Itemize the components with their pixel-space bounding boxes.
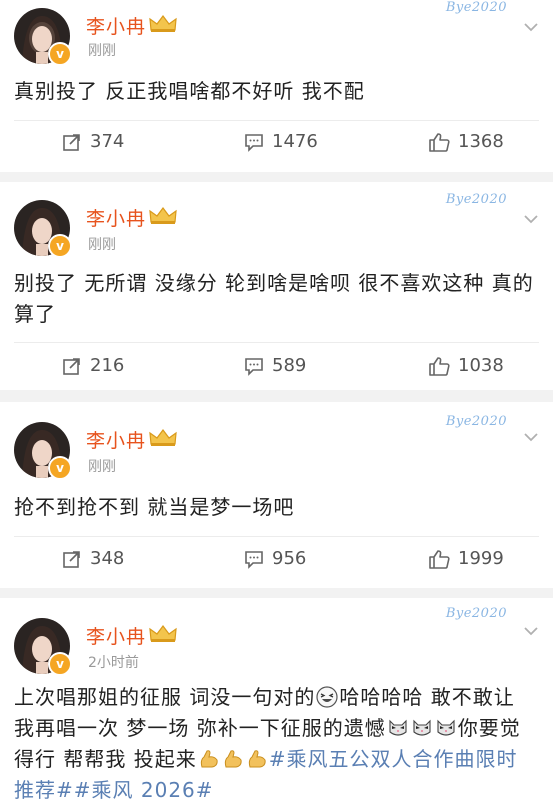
comment-icon	[245, 133, 263, 152]
avatar[interactable]: v	[14, 422, 72, 480]
post-text: 别投了 无所谓 没缘分 轮到啥是啥呗 很不喜欢这种 真的 算了	[14, 268, 538, 330]
post-card[interactable]: v 李小冉 刚刚 Bye2020 抢不到抢不到 就当是梦一场吧 348 956	[0, 402, 553, 588]
like-button[interactable]: 1368	[428, 131, 504, 152]
cat-emoji	[413, 719, 431, 736]
comment-count: 589	[272, 355, 307, 376]
post-text-line: 推荐##乘风 2026#	[14, 775, 538, 806]
verified-badge-icon: v	[48, 42, 72, 66]
verified-badge-icon: v	[48, 456, 72, 480]
comment-button[interactable]: 589	[244, 355, 306, 376]
chevron-down-icon[interactable]	[523, 626, 539, 636]
repost-button[interactable]: 216	[62, 355, 124, 376]
post-text: 抢不到抢不到 就当是梦一场吧	[14, 495, 295, 519]
repost-icon	[63, 550, 80, 568]
divider	[14, 536, 539, 537]
username[interactable]: 李小冉	[86, 622, 146, 649]
text-segment: 得行 帮帮我 投起来	[14, 747, 197, 771]
crown-icon	[149, 207, 177, 224]
post-time: 刚刚	[88, 43, 116, 59]
crown-icon	[149, 15, 177, 32]
username[interactable]: 李小冉	[86, 204, 146, 231]
verified-badge-icon: v	[48, 234, 72, 258]
repost-count: 216	[90, 355, 125, 376]
text-segment: 哈哈哈哈 敢不敢让	[339, 685, 515, 709]
post-text-line: 得行 帮帮我 投起来 #乘风五公双人合作曲限时	[14, 744, 538, 775]
post-card[interactable]: v 李小冉 刚刚 Bye2020 真别投了 反正我唱啥都不好听 我不配 374 …	[0, 0, 553, 172]
repost-count: 374	[90, 131, 125, 152]
muscle-emoji	[200, 750, 218, 768]
post-time: 2小时前	[88, 655, 139, 671]
like-icon	[429, 549, 450, 569]
crown-icon	[149, 429, 177, 446]
comment-icon	[245, 550, 263, 569]
post-text-line: 我再唱一次 梦一场 弥补一下征服的遗憾 你要觉	[14, 713, 538, 744]
comment-count: 1476	[272, 131, 318, 152]
cat-emoji	[389, 719, 407, 736]
muscle-emoji	[248, 750, 266, 768]
post-time: 刚刚	[88, 237, 116, 253]
comment-button[interactable]: 956	[244, 548, 306, 569]
divider	[14, 342, 539, 343]
post-card[interactable]: v 李小冉 2小时前 Bye2020 上次唱那姐的征服 词没一句对的 哈哈哈哈 敢…	[0, 598, 553, 810]
avatar[interactable]: v	[14, 618, 72, 676]
cat-emoji	[437, 719, 455, 736]
hashtag-link[interactable]: #乘风五公双人合作曲限时	[269, 747, 518, 771]
avatar[interactable]: v	[14, 200, 72, 258]
post-card[interactable]: v 李小冉 刚刚 Bye2020 别投了 无所谓 没缘分 轮到啥是啥呗 很不喜欢…	[0, 182, 553, 390]
verified-badge-icon: v	[48, 652, 72, 676]
avatar[interactable]: v	[14, 8, 72, 66]
chevron-down-icon[interactable]	[523, 214, 539, 224]
post-text: 上次唱那姐的征服 词没一句对的 哈哈哈哈 敢不敢让 我再唱一次 梦一场 弥补一下征…	[14, 682, 538, 806]
muscle-emoji	[224, 750, 242, 768]
like-icon	[429, 356, 450, 376]
watermark: Bye2020	[445, 414, 507, 429]
laughing-emoji	[316, 686, 338, 708]
divider	[14, 120, 539, 121]
repost-button[interactable]: 374	[62, 131, 124, 152]
post-text-line: 别投了 无所谓 没缘分 轮到啥是啥呗 很不喜欢这种 真的	[14, 271, 534, 295]
like-count: 1038	[458, 355, 504, 376]
hashtag-link[interactable]: 推荐##乘风 2026#	[14, 778, 214, 802]
like-count: 1999	[458, 548, 504, 569]
like-button[interactable]: 1038	[428, 355, 504, 376]
watermark: Bye2020	[445, 606, 507, 621]
username[interactable]: 李小冉	[86, 426, 146, 453]
text-segment: 我再唱一次 梦一场 弥补一下征服的遗憾	[14, 716, 386, 740]
watermark: Bye2020	[445, 0, 507, 15]
repost-button[interactable]: 348	[62, 548, 124, 569]
text-segment: 上次唱那姐的征服 词没一句对的	[14, 685, 316, 709]
comment-count: 956	[272, 548, 307, 569]
comment-button[interactable]: 1476	[244, 131, 318, 152]
weibo-feed: v 李小冉 刚刚 Bye2020 真别投了 反正我唱啥都不好听 我不配 374 …	[0, 0, 553, 810]
comment-icon	[245, 357, 263, 376]
repost-icon	[63, 133, 80, 151]
like-icon	[429, 132, 450, 152]
like-button[interactable]: 1999	[428, 548, 504, 569]
crown-icon	[149, 625, 177, 642]
watermark: Bye2020	[445, 192, 507, 207]
like-count: 1368	[458, 131, 504, 152]
post-time: 刚刚	[88, 459, 116, 475]
repost-count: 348	[90, 548, 125, 569]
repost-icon	[63, 357, 80, 375]
text-segment: 你要觉	[457, 716, 521, 740]
post-text-line: 上次唱那姐的征服 词没一句对的 哈哈哈哈 敢不敢让	[14, 682, 538, 713]
chevron-down-icon[interactable]	[523, 22, 539, 32]
post-text-line: 算了	[14, 302, 56, 326]
username[interactable]: 李小冉	[86, 12, 146, 39]
chevron-down-icon[interactable]	[523, 432, 539, 442]
post-text: 真别投了 反正我唱啥都不好听 我不配	[14, 79, 365, 103]
